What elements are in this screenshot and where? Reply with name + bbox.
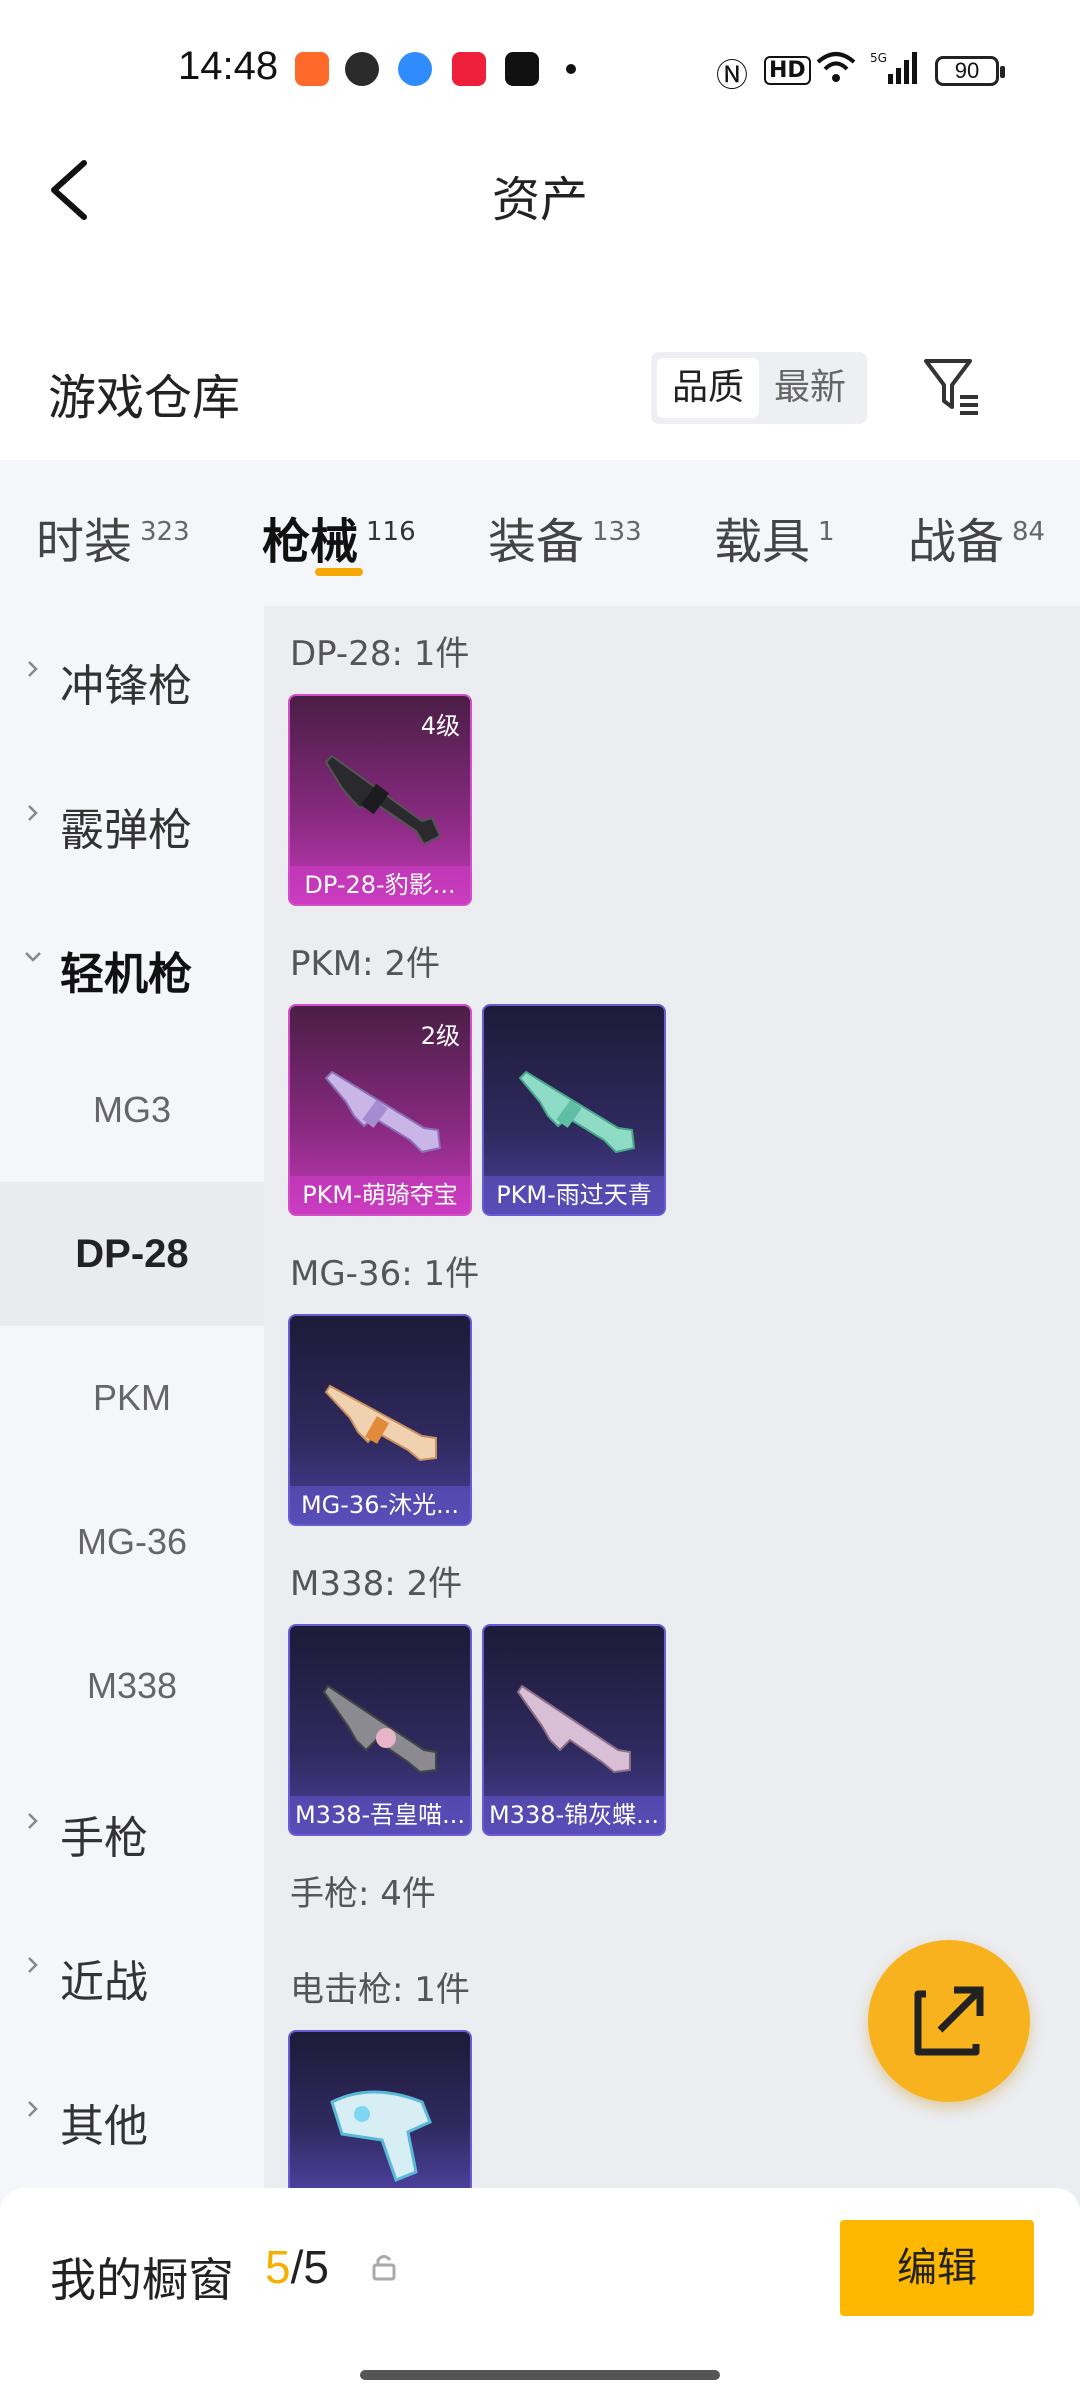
browser-icon: [398, 52, 432, 86]
sort-quality-button[interactable]: 品质: [657, 358, 759, 418]
sidebar-category-label: 手枪: [60, 1813, 148, 1864]
showcase-current: 5: [265, 2241, 291, 2293]
sidebar-item-mg36[interactable]: MG-36: [0, 1470, 264, 1614]
sort-toggle: 品质 最新: [651, 352, 867, 424]
sidebar: 冲锋枪 霰弹枪 轻机枪 MG3 DP-28 PKM MG-36 M338 手枪 …: [0, 606, 264, 2400]
sidebar-category-melee[interactable]: 近战: [0, 1902, 264, 2046]
item-name: PKM-雨过天青: [484, 1176, 664, 1214]
sidebar-category-shotgun[interactable]: 霰弹枪: [0, 750, 264, 894]
item-card[interactable]: 4级 DP-28-豹影...: [288, 694, 472, 906]
item-name: M338-吾皇喵...: [290, 1796, 470, 1834]
item-name: M338-锦灰蝶...: [484, 1796, 664, 1834]
lmg-skin-image: [518, 1070, 636, 1154]
music-app-icon: [452, 52, 486, 86]
item-name: DP-28-豹影...: [290, 866, 470, 904]
tiktok-icon: [505, 52, 539, 86]
lmg-skin-image: [324, 754, 442, 846]
lmg-skin-image: [324, 1384, 437, 1462]
sidebar-item-mg3[interactable]: MG3: [0, 1038, 264, 1182]
item-card[interactable]: PKM-雨过天青: [482, 1004, 666, 1216]
lmg-skin-image: [324, 1070, 442, 1154]
group-title: DP-28: 1件: [290, 634, 470, 674]
tab-firearms[interactable]: 枪械 116: [262, 502, 416, 572]
sort-newest-button[interactable]: 最新: [759, 358, 861, 418]
sidebar-category-label: 近战: [60, 1957, 148, 2008]
wechat-icon: [345, 52, 379, 86]
group-title: 电击枪: 1件: [290, 1970, 470, 2010]
tab-equipment[interactable]: 装备 133: [488, 502, 642, 572]
tab-fashion[interactable]: 时装 323: [36, 502, 190, 572]
group-title: PKM: 2件: [290, 944, 441, 984]
chevron-right-icon: [28, 1957, 38, 1973]
sidebar-item-m338[interactable]: M338: [0, 1614, 264, 1758]
chevron-right-icon: [28, 661, 38, 677]
chevron-right-icon: [28, 805, 38, 821]
item-name: MG-36-沐光...: [290, 1486, 470, 1524]
home-indicator[interactable]: [360, 2370, 720, 2380]
group-title: M338: 2件: [290, 1564, 463, 1604]
chevron-right-icon: [28, 2101, 38, 2117]
sidebar-item-pkm[interactable]: PKM: [0, 1326, 264, 1470]
gallery-app-icon: [295, 52, 329, 86]
group-title: MG-36: 1件: [290, 1254, 480, 1294]
sidebar-item-dp28[interactable]: DP-28: [0, 1182, 264, 1326]
sidebar-category-pistol[interactable]: 手枪: [0, 1758, 264, 1902]
wifi-icon: [816, 50, 856, 92]
tab-supplies[interactable]: 战备 84: [908, 502, 1045, 572]
dot-icon: [566, 64, 576, 74]
status-bar: 14:48 Ⓝ HD 5G 90: [0, 0, 1080, 140]
lock-icon: [370, 2252, 398, 2282]
signal-5g-icon: 5G: [870, 50, 920, 94]
sniper-skin-image: [322, 1684, 437, 1774]
sidebar-category-smg[interactable]: 冲锋枪: [0, 606, 264, 750]
showcase-separator: /: [290, 2241, 304, 2293]
tab-vehicles[interactable]: 载具 1: [714, 502, 835, 572]
sidebar-category-label: 其他: [60, 2101, 148, 2152]
active-tab-indicator: [315, 568, 363, 576]
showcase-total: 5: [303, 2241, 329, 2293]
sidebar-category-label: 霰弹枪: [60, 805, 192, 856]
item-card[interactable]: [288, 2030, 472, 2188]
sniper-skin-image: [516, 1684, 631, 1774]
filter-icon: [924, 359, 978, 415]
sidebar-category-label: 冲锋枪: [60, 661, 192, 712]
showcase-title: 我的橱窗: [50, 2253, 234, 2307]
group-title: 手枪: 4件: [290, 1874, 436, 1914]
item-card[interactable]: M338-锦灰蝶...: [482, 1624, 666, 1836]
share-external-icon: [914, 1986, 984, 2056]
sidebar-category-other[interactable]: 其他: [0, 2046, 264, 2190]
item-card[interactable]: MG-36-沐光...: [288, 1314, 472, 1526]
status-time: 14:48: [178, 44, 279, 88]
page-title: 资产: [491, 172, 588, 228]
svg-text:5G: 5G: [870, 51, 887, 65]
taser-skin-image: [330, 2090, 432, 2182]
warehouse-title: 游戏仓库: [48, 370, 241, 426]
nfc-icon: Ⓝ: [716, 56, 749, 94]
chevron-right-icon: [28, 1813, 38, 1829]
item-card[interactable]: 2级 PKM-萌骑夺宝: [288, 1004, 472, 1216]
item-name: PKM-萌骑夺宝: [290, 1176, 470, 1214]
chevron-down-icon: [25, 952, 41, 962]
filter-button[interactable]: [920, 355, 984, 417]
sidebar-category-label: 轻机枪: [60, 949, 192, 1000]
edit-button[interactable]: 编辑: [840, 2220, 1034, 2316]
share-button[interactable]: [868, 1940, 1030, 2102]
category-tabs: 时装 323 枪械 116 装备 133 载具 1 战备 84: [0, 460, 1080, 606]
sidebar-category-lmg[interactable]: 轻机枪: [0, 894, 264, 1038]
battery-indicator: 90: [935, 56, 1005, 86]
showcase-count: 5/5: [265, 2240, 329, 2294]
item-card[interactable]: M338-吾皇喵...: [288, 1624, 472, 1836]
hd-icon: HD: [764, 56, 811, 85]
